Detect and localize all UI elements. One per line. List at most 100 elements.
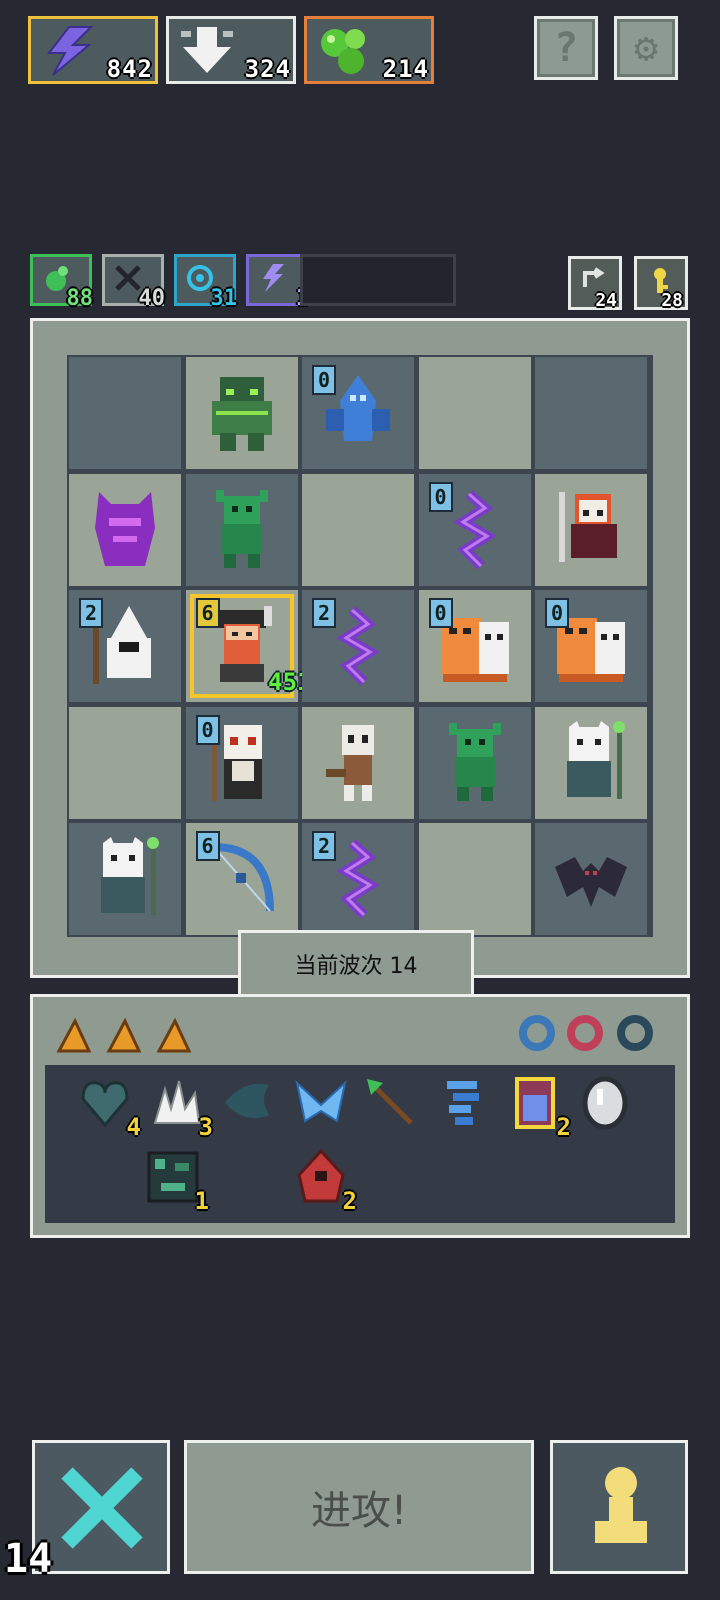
bat-unit-icon: [555, 837, 627, 921]
cat-mage-unit-icon: [555, 720, 627, 805]
blue-ring-icon[interactable]: [519, 1015, 555, 1051]
board-grid: 0 0 2 6 451 2 0 0 0 6 2: [67, 355, 653, 937]
board-cell[interactable]: 0: [302, 357, 414, 469]
lightning-icon: [263, 264, 284, 292]
green-goblin-unit-icon: [439, 721, 511, 805]
board-cell[interactable]: [535, 706, 647, 819]
board-cell[interactable]: [69, 473, 181, 586]
inventory-items: 4 3 2 1 2: [45, 1065, 675, 1223]
cancel-button[interactable]: [32, 1440, 170, 1574]
potion-jar-icon[interactable]: 2: [507, 1075, 571, 1141]
settings-icon: ⚙: [633, 25, 659, 71]
board-cell[interactable]: [302, 473, 414, 586]
board-cell[interactable]: 0: [535, 590, 647, 702]
white-claw-icon[interactable]: 3: [149, 1075, 213, 1141]
item-count: 1: [194, 1187, 209, 1215]
green-block-icon[interactable]: 1: [145, 1149, 209, 1215]
unit-level-badge: 0: [428, 598, 453, 628]
purple-demon-unit-icon: [89, 488, 161, 572]
item-count: 3: [198, 1113, 213, 1141]
item-count: 4: [126, 1113, 141, 1141]
wave-number: 14: [4, 1536, 53, 1582]
resource-arrows-value: 324: [244, 55, 291, 83]
board-cell[interactable]: 0: [418, 590, 531, 702]
board-cell[interactable]: [302, 706, 414, 819]
board-cell[interactable]: 2: [302, 590, 414, 702]
board-cell[interactable]: [185, 473, 298, 586]
key-counter-value: 28: [661, 290, 683, 311]
game-board: 0 0 2 6 451 2 0 0 0 6 2: [30, 318, 690, 978]
current-wave-label: 当前波次 14: [238, 930, 474, 998]
item-count: 2: [556, 1113, 571, 1141]
board-cell[interactable]: 6 451: [185, 590, 312, 702]
help-button[interactable]: ?: [534, 16, 598, 80]
board-cell[interactable]: 0: [418, 473, 531, 586]
unit-level-badge: 0: [545, 598, 569, 628]
attack-button[interactable]: 进攻!: [184, 1440, 534, 1574]
board-cell[interactable]: 0: [185, 706, 298, 819]
lightning-icon: [46, 26, 94, 76]
help-icon: ?: [553, 25, 579, 71]
buff-swords[interactable]: 40: [102, 254, 165, 311]
green-goblin-unit-icon: [206, 488, 278, 572]
triangle-slot-icon[interactable]: [55, 1017, 93, 1055]
board-cell[interactable]: [69, 823, 181, 935]
buff-slot-empty: [300, 254, 456, 306]
settings-button[interactable]: ⚙: [614, 16, 678, 80]
close-icon: [61, 1467, 143, 1549]
board-cell[interactable]: 6: [185, 823, 298, 935]
inventory-panel: 4 3 2 1 2: [30, 994, 690, 1238]
unit-level-badge: 0: [428, 481, 453, 512]
board-cell[interactable]: [418, 357, 531, 469]
resource-orbs: 214: [304, 16, 434, 84]
buff-lightning[interactable]: 1: [246, 254, 309, 311]
cat-mage-unit-icon: [89, 837, 161, 921]
board-cell[interactable]: [69, 706, 181, 819]
unit-level-badge: 6: [195, 831, 220, 861]
unit-level-badge: 6: [195, 598, 220, 628]
buff-spiral-value: 31: [210, 286, 238, 311]
resource-orbs-value: 214: [382, 55, 429, 83]
resource-energy: 842: [28, 16, 158, 84]
pawn-button[interactable]: [550, 1440, 688, 1574]
board-cell[interactable]: [535, 473, 647, 586]
buff-poison-value: 88: [66, 286, 94, 311]
mirror-icon[interactable]: [577, 1075, 633, 1131]
red-crystal-icon[interactable]: 2: [293, 1148, 357, 1215]
key-counter[interactable]: 28: [634, 256, 688, 311]
heart-stone-icon[interactable]: 4: [77, 1075, 141, 1141]
resource-energy-value: 842: [106, 55, 153, 83]
dark-ring-icon[interactable]: [617, 1015, 653, 1051]
buff-spiral[interactable]: 31: [174, 254, 237, 311]
board-cell[interactable]: [185, 357, 298, 469]
unit-level-badge: 2: [79, 598, 103, 628]
blue-tornado-icon[interactable]: [435, 1075, 491, 1131]
unit-level-badge: 2: [312, 598, 336, 628]
board-cell[interactable]: [418, 823, 531, 935]
buff-swords-value: 40: [138, 286, 166, 311]
unit-level-badge: 0: [195, 714, 220, 745]
pawn-icon: [595, 1467, 647, 1543]
board-cell[interactable]: [418, 706, 531, 819]
board-cell[interactable]: 2: [69, 590, 181, 702]
board-cell[interactable]: 2: [302, 823, 414, 935]
resource-arrows: 324: [166, 16, 296, 84]
swap-counter[interactable]: 24: [568, 256, 622, 311]
board-cell[interactable]: [535, 357, 647, 469]
green-arrow-icon[interactable]: [363, 1075, 419, 1131]
board-cell[interactable]: [69, 357, 181, 469]
unit-level-badge: 0: [312, 365, 336, 395]
item-count: 2: [342, 1187, 357, 1215]
download-arrow-icon: [181, 27, 233, 73]
dark-feather-icon[interactable]: [219, 1075, 275, 1131]
unit-level-badge: 2: [312, 831, 336, 861]
red-ring-icon[interactable]: [567, 1015, 603, 1051]
green-orbs-icon: [321, 29, 365, 74]
swap-counter-value: 24: [595, 290, 617, 311]
triangle-slot-icon[interactable]: [105, 1017, 143, 1055]
skeleton-unit-icon: [322, 721, 394, 805]
buff-poison[interactable]: 88: [30, 254, 93, 311]
blue-wing-icon[interactable]: [293, 1075, 349, 1131]
triangle-slot-icon[interactable]: [155, 1017, 193, 1055]
board-cell[interactable]: [535, 823, 647, 935]
